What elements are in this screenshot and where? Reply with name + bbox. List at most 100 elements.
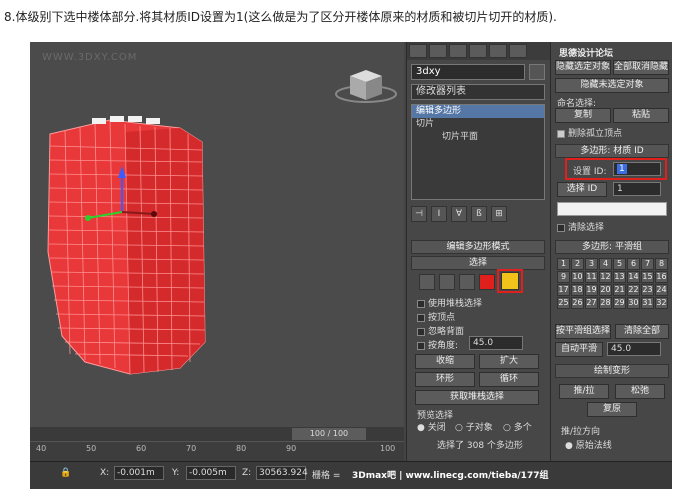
smooth-group-button[interactable]: 17 [557, 284, 570, 296]
preview-off-radio[interactable]: ● 关闭 [417, 420, 446, 433]
border-mode-icon[interactable] [459, 274, 475, 290]
auto-smooth-button[interactable]: 自动平滑 [555, 342, 603, 357]
create-tab-icon[interactable] [409, 44, 427, 58]
smooth-group-button[interactable]: 13 [613, 271, 626, 283]
smooth-group-button[interactable]: 10 [571, 271, 584, 283]
display-tab-icon[interactable] [489, 44, 507, 58]
select-id-button[interactable]: 选择 ID [557, 182, 607, 197]
time-slider-thumb[interactable]: 100 / 100 [292, 428, 366, 440]
vertex-mode-icon[interactable] [419, 274, 435, 290]
use-stack-checkbox[interactable]: 使用堆栈选择 [417, 296, 482, 309]
make-unique-icon[interactable]: ∀ [451, 206, 467, 222]
push-pull-button[interactable]: 推/拉 [559, 384, 609, 399]
angle-spinner[interactable]: 45.0 [469, 336, 523, 350]
smooth-group-button[interactable]: 31 [641, 297, 654, 309]
smooth-group-button[interactable]: 3 [585, 258, 598, 270]
smooth-group-button[interactable]: 22 [627, 284, 640, 296]
smooth-group-button[interactable]: 4 [599, 258, 612, 270]
smooth-group-button[interactable]: 7 [641, 258, 654, 270]
viewcube-icon[interactable] [335, 70, 397, 103]
delete-isolated-checkbox[interactable]: 删除孤立顶点 [557, 126, 622, 139]
modifier-stack[interactable]: 编辑多边形 切片 切片平面 [411, 104, 545, 200]
paint-deformation-rollout[interactable]: 绘制变形 [555, 364, 669, 378]
stack-item-edit-poly[interactable]: 编辑多边形 [412, 105, 544, 118]
smooth-group-button[interactable]: 11 [585, 271, 598, 283]
edge-mode-icon[interactable] [439, 274, 455, 290]
loop-button[interactable]: 循环 [479, 372, 539, 387]
auto-smooth-spinner[interactable]: 45.0 [607, 342, 661, 356]
clear-selection-checkbox[interactable]: 清除选择 [557, 220, 604, 233]
smooth-group-button[interactable]: 30 [627, 297, 640, 309]
hide-selected-button[interactable]: 隐藏选定对象 [555, 60, 611, 75]
ring-button[interactable]: 环形 [415, 372, 475, 387]
smooth-group-button[interactable]: 2 [571, 258, 584, 270]
smooth-group-button[interactable]: 25 [557, 297, 570, 309]
time-slider[interactable]: 100 / 100 [30, 427, 404, 441]
stack-item-slice[interactable]: 切片 [412, 118, 544, 131]
smooth-group-button[interactable]: 6 [627, 258, 640, 270]
smooth-group-button[interactable]: 21 [613, 284, 626, 296]
smoothing-groups-rollout[interactable]: 多边形: 平滑组 [555, 240, 669, 254]
select-id-spinner[interactable]: 1 [613, 182, 661, 196]
edit-poly-mode-rollout[interactable]: 编辑多边形模式 [411, 240, 545, 254]
select-by-smooth-button[interactable]: 按平滑组选择 [555, 324, 611, 339]
shrink-button[interactable]: 收缩 [415, 354, 475, 369]
smooth-group-button[interactable]: 5 [613, 258, 626, 270]
smooth-group-button[interactable]: 23 [641, 284, 654, 296]
show-end-result-icon[interactable]: I [431, 206, 447, 222]
smooth-group-button[interactable]: 24 [655, 284, 668, 296]
selection-rollout[interactable]: 选择 [411, 256, 545, 270]
preview-subobject-radio[interactable]: ○ 子对象 [455, 420, 493, 433]
material-id-rollout[interactable]: 多边形: 材质 ID [555, 144, 669, 158]
smooth-group-button[interactable]: 19 [585, 284, 598, 296]
copy-button[interactable]: 复制 [555, 108, 611, 123]
smooth-group-button[interactable]: 9 [557, 271, 570, 283]
smooth-group-button[interactable]: 28 [599, 297, 612, 309]
object-name-field[interactable]: 3dxy [411, 64, 525, 80]
smooth-group-button[interactable]: 32 [655, 297, 668, 309]
building-mesh[interactable] [47, 116, 206, 375]
hide-unselected-button[interactable]: 隐藏未选定对象 [555, 78, 669, 93]
hierarchy-tab-icon[interactable] [449, 44, 467, 58]
remove-modifier-icon[interactable]: ß [471, 206, 487, 222]
preview-multi-radio[interactable]: ○ 多个 [503, 420, 532, 433]
smooth-group-button[interactable]: 29 [613, 297, 626, 309]
original-normals-radio[interactable]: ● 原始法线 [565, 438, 612, 451]
smooth-group-button[interactable]: 1 [557, 258, 570, 270]
y-coord-field[interactable]: -0.005m [186, 466, 236, 480]
configure-sets-icon[interactable]: ⊞ [491, 206, 507, 222]
lock-icon[interactable]: 🔒 [60, 468, 71, 478]
utilities-tab-icon[interactable] [509, 44, 527, 58]
material-name-dropdown[interactable] [557, 202, 667, 216]
smooth-group-button[interactable]: 20 [599, 284, 612, 296]
x-coord-field[interactable]: -0.001m [114, 466, 164, 480]
by-angle-checkbox[interactable]: 按角度: [417, 338, 458, 351]
revert-button[interactable]: 复原 [587, 402, 637, 417]
paste-button[interactable]: 粘贴 [613, 108, 669, 123]
polygon-mode-icon[interactable] [479, 274, 495, 290]
smooth-group-button[interactable]: 18 [571, 284, 584, 296]
smooth-group-button[interactable]: 15 [641, 271, 654, 283]
smooth-group-button[interactable]: 8 [655, 258, 668, 270]
smooth-group-button[interactable]: 26 [571, 297, 584, 309]
ignore-back-checkbox[interactable]: 忽略背面 [417, 324, 464, 337]
clear-all-button[interactable]: 清除全部 [615, 324, 669, 339]
stack-item-slice-plane[interactable]: 切片平面 [412, 131, 544, 144]
motion-tab-icon[interactable] [469, 44, 487, 58]
grow-button[interactable]: 扩大 [479, 354, 539, 369]
z-coord-field[interactable]: 30563.924 [256, 466, 308, 480]
smooth-group-button[interactable]: 27 [585, 297, 598, 309]
relax-button[interactable]: 松弛 [615, 384, 665, 399]
smooth-group-button[interactable]: 14 [627, 271, 640, 283]
unhide-all-button[interactable]: 全部取消隐藏 [613, 60, 669, 75]
smooth-group-button[interactable]: 16 [655, 271, 668, 283]
perspective-viewport[interactable]: WWW.3DXY.COM [30, 42, 404, 427]
get-stack-selection-button[interactable]: 获取堆栈选择 [415, 390, 539, 405]
modify-tab-icon[interactable] [429, 44, 447, 58]
pin-stack-icon[interactable]: ⊣ [411, 206, 427, 222]
modifier-list-dropdown[interactable]: 修改器列表 [411, 84, 545, 100]
smooth-group-button[interactable]: 12 [599, 271, 612, 283]
timeline-track[interactable]: 40 50 60 70 80 90 100 [30, 441, 404, 461]
object-color-swatch[interactable] [529, 64, 545, 80]
by-vertex-checkbox[interactable]: 按顶点 [417, 310, 455, 323]
